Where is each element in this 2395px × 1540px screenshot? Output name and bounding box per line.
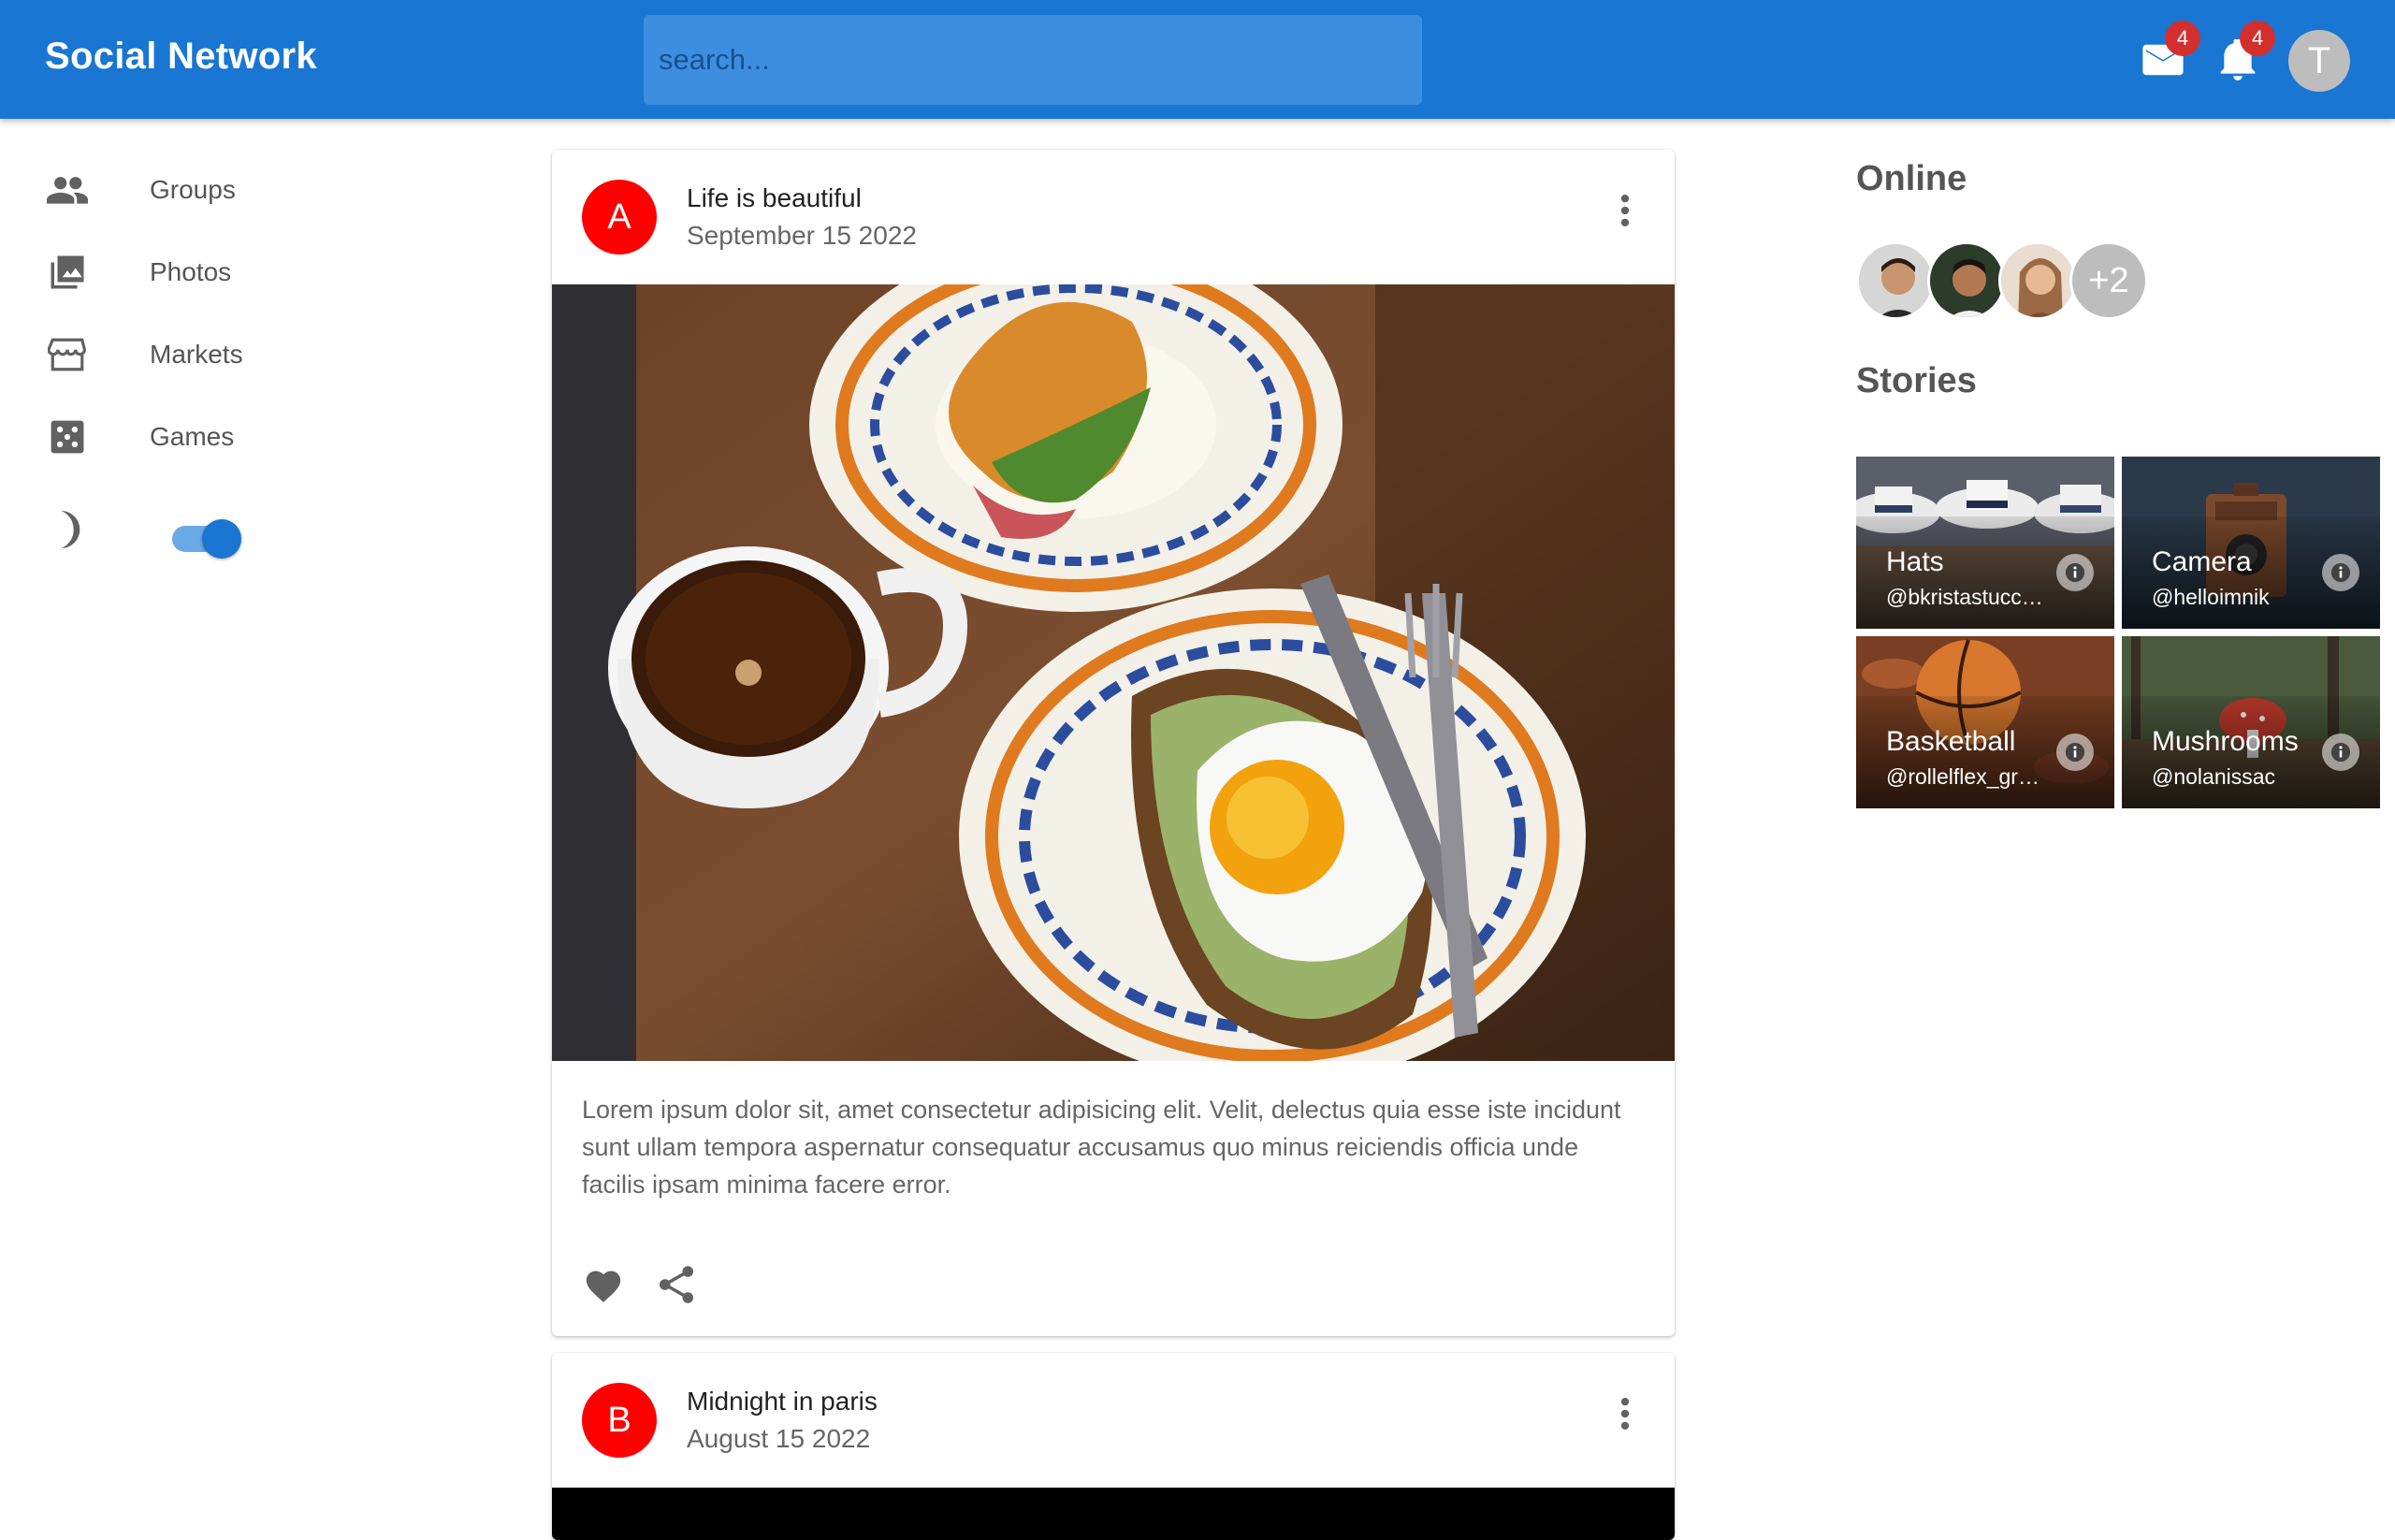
post-actions [580,1261,700,1308]
post-card: B Midnight in paris August 15 2022 [552,1353,1675,1540]
post-title: Midnight in paris [687,1387,878,1416]
sidebar-item-markets[interactable]: Markets [0,317,299,392]
stories-heading: Stories [1856,361,1977,400]
groups-icon [47,169,88,211]
info-icon[interactable] [2056,734,2094,771]
mail-badge: 4 [2165,21,2200,56]
more-vert-icon [1620,1398,1630,1430]
story-tile[interactable]: Basketball @rollelflex_graphy726 [1856,636,2114,808]
store-icon [47,334,88,375]
story-author: @rollelflex_graphy726 [1886,764,2043,789]
search-input[interactable] [644,15,1422,105]
post-card: A Life is beautiful September 15 2022 Lo… [552,150,1675,1336]
story-tile[interactable]: Mushrooms @nolanissac [2122,636,2380,808]
more-options-button[interactable] [1604,189,1647,232]
online-avatar[interactable] [1856,241,1935,320]
post-title: Life is beautiful [687,183,862,212]
stories-grid: Hats @bkristastucchio Camera @helloimnik… [1856,457,2380,810]
info-icon[interactable] [2322,734,2359,771]
story-tile[interactable]: Camera @helloimnik [2122,457,2380,629]
info-icon[interactable] [2322,554,2359,591]
story-title: Camera [2152,546,2252,577]
mail-button[interactable]: 4 [2131,21,2200,92]
more-vert-icon [1620,195,1630,226]
user-avatar[interactable]: T [2288,30,2350,92]
photos-icon [47,252,88,293]
online-avatar[interactable] [1927,241,2006,320]
story-author: @nolanissac [2152,764,2276,789]
post-image [552,284,1675,1061]
share-button[interactable] [653,1261,700,1308]
sidebar-item-label: Markets [150,340,243,369]
post-date: August 15 2022 [687,1424,871,1453]
dice-icon [47,416,88,458]
sidebar-item-label: Photos [150,257,232,286]
online-heading: Online [1856,159,1967,198]
app-bar: Social Network 4 4 T [0,0,2395,119]
story-author: @helloimnik [2152,585,2270,609]
sidebar-item-label: Groups [150,175,236,204]
story-title: Basketball [1886,726,2016,757]
post-body: Lorem ipsum dolor sit, amet consectetur … [582,1096,1621,1199]
sidebar-item-games[interactable]: Games [0,400,299,474]
dark-mode-row [0,492,299,567]
story-author: @bkristastucchio [1886,585,2043,609]
search-box[interactable] [644,15,1422,105]
story-title: Hats [1886,546,1944,577]
notifications-button[interactable]: 4 [2206,21,2275,92]
post-date: September 15 2022 [687,221,917,250]
story-tile[interactable]: Hats @bkristastucchio [1856,457,2114,629]
notifications-badge: 4 [2240,21,2275,56]
dark-mode-toggle[interactable] [170,511,241,567]
sidebar-item-label: Games [150,422,235,451]
more-options-button[interactable] [1604,1392,1647,1435]
moon-icon [47,509,88,550]
info-icon[interactable] [2056,554,2094,591]
post-avatar[interactable]: A [582,180,657,254]
story-title: Mushrooms [2152,726,2299,757]
heart-icon [586,1271,621,1302]
online-avatar[interactable] [1998,241,2077,320]
sidebar-item-groups[interactable]: Groups [0,153,299,227]
post-image [552,1488,1675,1540]
online-more-avatar[interactable]: +2 [2069,241,2148,320]
post-avatar[interactable]: B [582,1383,657,1458]
sidebar-item-photos[interactable]: Photos [0,235,299,310]
toggle-knob [202,519,241,559]
share-icon [659,1266,694,1303]
like-button[interactable] [580,1261,627,1308]
app-title[interactable]: Social Network [45,36,317,78]
